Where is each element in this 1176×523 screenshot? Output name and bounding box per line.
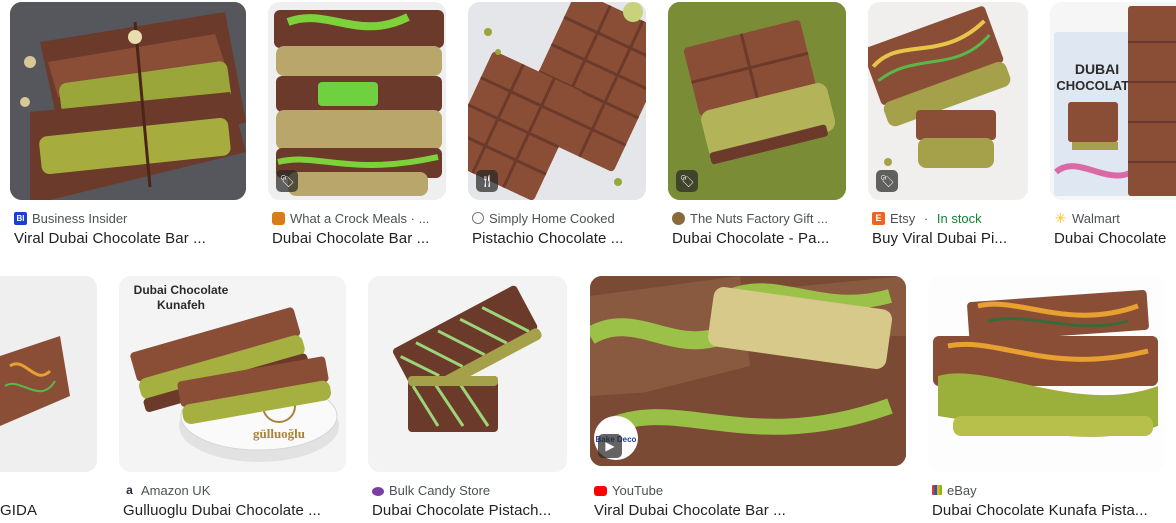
result-source[interactable]: The Nuts Factory Gift ... xyxy=(672,210,848,226)
source-separator: · xyxy=(920,210,932,226)
business-insider-icon: BI xyxy=(14,211,27,225)
result-thumbnail[interactable]: 🏷︎ xyxy=(268,2,446,200)
tag-icon: 🏷︎ xyxy=(276,170,298,192)
result-source-label: eBay xyxy=(947,482,977,498)
result-source[interactable]: What a Crock Meals · ... xyxy=(272,210,448,226)
svg-text:DUBAI: DUBAI xyxy=(1075,61,1119,77)
result-thumbnail[interactable] xyxy=(0,276,97,472)
result-source-label: Etsy xyxy=(890,210,916,226)
result-title[interactable]: Viral Dubai Chocolate Bar ... xyxy=(14,230,246,252)
result-thumbnail[interactable] xyxy=(368,276,567,472)
result-source[interactable]: BI Business Insider xyxy=(14,210,246,226)
play-icon[interactable]: ▶ xyxy=(598,434,622,458)
result-card[interactable]: 🏷︎ What a Crock Meals · ... Dubai Chocol… xyxy=(268,2,448,257)
result-source[interactable]: E Etsy · In stock xyxy=(872,210,1030,226)
result-thumbnail[interactable]: Bake Deco ▶ xyxy=(590,276,906,466)
result-title[interactable]: Dubai Chocolate Kunafa Pista... xyxy=(932,502,1168,523)
result-title[interactable]: Dubai Chocolate Bar ... xyxy=(272,230,448,252)
result-source[interactable]: YouTube xyxy=(594,482,910,498)
result-source-label: The Nuts Factory Gift ... xyxy=(690,210,828,226)
result-card[interactable]: Bake Deco ▶ YouTube Viral Dubai Chocolat… xyxy=(590,276,910,523)
result-thumbnail[interactable]: gülluoğlu Dubai Chocolate Kunafeh xyxy=(119,276,346,472)
result-title[interactable]: Gulluoglu Dubai Chocolate ... xyxy=(123,502,349,523)
result-source[interactable]: Simply Home Cooked xyxy=(472,210,648,226)
result-card[interactable]: 🏷︎ E Etsy · In stock Buy Viral Dubai Pi.… xyxy=(868,2,1030,257)
etsy-icon: E xyxy=(872,211,885,225)
result-thumbnail[interactable]: 🏷︎ xyxy=(668,2,846,200)
result-source-label: Business Insider xyxy=(32,210,128,226)
gulluoglu-logo-text: gülluoğlu xyxy=(253,426,305,441)
nut-icon xyxy=(672,211,685,225)
result-source-label: Simply Home Cooked xyxy=(489,210,615,226)
result-title[interactable]: Pistachio Chocolate ... xyxy=(472,230,648,252)
svg-text:CHOCOLATE: CHOCOLATE xyxy=(1056,78,1138,93)
result-title[interactable]: Buy Viral Dubai Pi... xyxy=(872,230,1030,252)
ebay-icon xyxy=(932,485,942,495)
result-source-label: What a Crock Meals · ... xyxy=(290,210,430,226)
amazon-icon: a xyxy=(126,482,133,497)
result-source-label: Bulk Candy Store xyxy=(389,482,491,498)
result-title[interactable]: GIDA xyxy=(0,502,96,523)
result-title[interactable]: Dubai Chocolate xyxy=(1054,230,1176,252)
result-thumbnail[interactable] xyxy=(928,276,1165,472)
result-card[interactable]: GIDA xyxy=(0,276,100,523)
image-results-grid: BI Business Insider Viral Dubai Chocolat… xyxy=(0,0,1176,523)
result-card[interactable]: Bulk Candy Store Dubai Chocolate Pistach… xyxy=(368,276,570,523)
tag-icon: 🏷︎ xyxy=(676,170,698,192)
result-card[interactable]: DUBAI CHOCOLATE ✳︎ Walmart Dubai Chocola… xyxy=(1050,2,1176,257)
result-thumbnail[interactable] xyxy=(10,2,246,200)
crock-pot-icon xyxy=(272,211,285,225)
result-card[interactable]: BI Business Insider Viral Dubai Chocolat… xyxy=(10,2,250,257)
result-title[interactable]: Viral Dubai Chocolate Bar ... xyxy=(594,502,910,523)
result-thumbnail[interactable]: 🏷︎ xyxy=(868,2,1028,200)
image-caption-line-2: Kunafeh xyxy=(157,298,205,312)
result-source-label: Walmart xyxy=(1072,210,1120,226)
result-thumbnail[interactable]: 🍴︎ xyxy=(468,2,646,200)
result-source-label: YouTube xyxy=(612,482,664,498)
result-source[interactable]: eBay xyxy=(932,482,1168,498)
image-caption-line-1: Dubai Chocolate xyxy=(134,283,229,297)
result-title[interactable]: Dubai Chocolate - Pa... xyxy=(672,230,848,252)
in-stock-label: In stock xyxy=(936,210,982,226)
tag-icon: 🏷︎ xyxy=(876,170,898,192)
fork-knife-icon: 🍴︎ xyxy=(476,170,498,192)
result-card[interactable]: 🍴︎ Simply Home Cooked Pistachio Chocolat… xyxy=(468,2,648,257)
bulk-candy-icon xyxy=(372,486,384,496)
circle-logo-icon xyxy=(472,212,484,224)
result-card[interactable]: 🏷︎ The Nuts Factory Gift ... Dubai Choco… xyxy=(668,2,848,257)
result-thumbnail[interactable]: DUBAI CHOCOLATE xyxy=(1050,2,1176,200)
youtube-icon xyxy=(594,485,607,496)
walmart-spark-icon: ✳︎ xyxy=(1054,210,1067,226)
result-title[interactable]: Dubai Chocolate Pistach... xyxy=(372,502,570,523)
result-source[interactable]: ✳︎ Walmart xyxy=(1054,210,1176,226)
result-card[interactable]: gülluoğlu Dubai Chocolate Kunafeh a Amaz… xyxy=(119,276,349,523)
result-source[interactable]: Bulk Candy Store xyxy=(372,482,570,498)
result-source[interactable]: a Amazon UK xyxy=(123,482,349,498)
result-card[interactable]: eBay Dubai Chocolate Kunafa Pista... xyxy=(928,276,1168,523)
result-source-label: Amazon UK xyxy=(141,482,211,498)
